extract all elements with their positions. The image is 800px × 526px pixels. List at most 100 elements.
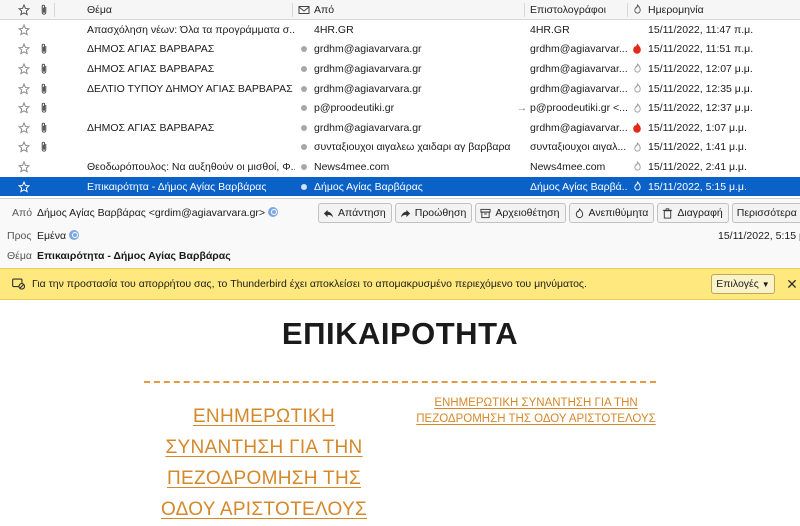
column-separator[interactable] (54, 3, 55, 17)
message-subject: Επικαιρότητα - Δήμος Αγίας Βαρβάρας (87, 180, 267, 193)
link-line[interactable]: ΣΥΝΑΝΤΗΣΗ ΓΙΑ ΤΗΝ (144, 432, 384, 463)
star-toggle[interactable] (14, 177, 34, 197)
read-status-toggle[interactable] (296, 157, 312, 177)
star-toggle[interactable] (14, 138, 34, 158)
archive-icon (480, 208, 491, 218)
read-status-toggle[interactable] (296, 118, 312, 138)
message-date: 15/11/2022, 12:35 μ.μ. (648, 82, 753, 95)
star-toggle[interactable] (14, 118, 34, 138)
message-row[interactable]: ΔΗΜΟΣ ΑΓΙΑΣ ΒΑΡΒΑΡΑΣ grdhm@agiavarvara.gr… (0, 59, 800, 79)
star-column-header[interactable] (14, 0, 34, 19)
star-icon (18, 62, 30, 75)
contact-icon[interactable] (268, 207, 279, 217)
sender-address[interactable]: Δήμος Αγίας Βαρβάρας <grdim@agiavarvara.… (37, 207, 265, 219)
message-date: 15/11/2022, 5:15 μ.μ. (648, 180, 747, 193)
star-toggle[interactable] (14, 40, 34, 60)
junk-status[interactable] (630, 40, 644, 60)
junk-column-header[interactable] (630, 0, 644, 19)
date-column-header[interactable]: Ημερομηνία (648, 0, 788, 19)
star-toggle[interactable] (14, 20, 34, 40)
star-toggle[interactable] (14, 79, 34, 99)
reply-label: Απάντηση (338, 207, 386, 219)
message-subject: ΔΗΜΟΣ ΑΓΙΑΣ ΒΑΡΒΑΡΑΣ (87, 121, 215, 134)
recipient[interactable]: Εμένα (37, 230, 66, 242)
subject-column-header[interactable]: Θέμα (87, 0, 295, 19)
junk-status[interactable] (630, 177, 644, 197)
read-status-toggle[interactable] (296, 177, 312, 197)
link-line[interactable]: ΕΝΗΜΕΡΩΤΙΚΗ (144, 401, 384, 432)
link-line[interactable]: ΟΔΟΥ ΑΡΙΣΤΟΤΕΛΟΥΣ (144, 494, 384, 525)
link-line[interactable]: ΠΕΖΟΔΡΟΜΗΣΗ ΤΗΣ ΟΔΟΥ ΑΡΙΣΤΟΤΕΛΟΥΣ (408, 411, 664, 427)
junk-status[interactable] (630, 138, 644, 158)
read-status-toggle[interactable] (296, 98, 312, 118)
delete-button[interactable]: Διαγραφή (657, 203, 729, 223)
message-row[interactable]: ΔΗΜΟΣ ΑΓΙΑΣ ΒΑΡΒΑΡΑΣ grdhm@agiavarvara.gr… (0, 40, 800, 60)
read-dot-icon (301, 105, 307, 112)
attachment-column-header[interactable] (36, 0, 52, 19)
star-icon (18, 102, 30, 114)
message-row[interactable]: p@proodeutiki.gr → p@proodeutiki.gr <... 15… (0, 98, 800, 118)
junk-status-icon (633, 63, 641, 73)
star-toggle[interactable] (14, 157, 34, 177)
message-date: 15/11/2022, 11:51 π.μ. (648, 43, 754, 56)
subject-value: Επικαιρότητα - Δήμος Αγίας Βαρβάρας (37, 250, 231, 262)
arrow-right-icon (516, 138, 528, 158)
correspondents-column-header[interactable]: Επιστολογράφοι (530, 0, 628, 19)
message-row[interactable]: ΔΗΜΟΣ ΑΓΙΑΣ ΒΑΡΒΑΡΑΣ grdhm@agiavarvara.gr… (0, 118, 800, 138)
link-line[interactable]: ΠΕΖΟΔΡΟΜΗΣΗ ΤΗΣ (144, 463, 384, 494)
message-date: 15/11/2022, 1:07 μ.μ. (648, 121, 747, 134)
attachment-indicator (36, 79, 52, 99)
message-row[interactable]: ΔΕΛΤΙΟ ΤΥΠΟΥ ΔΗΜΟΥ ΑΓΙΑΣ ΒΑΡΒΑΡΑΣ grdhm@a… (0, 79, 800, 99)
reply-button[interactable]: Απάντηση (318, 203, 392, 223)
message-list[interactable]: Θέμα Από Επιστολογράφοι Ημερομηνία Απασχ… (0, 0, 800, 198)
star-icon (18, 121, 30, 134)
more-button[interactable]: Περισσότερα ▼ (731, 203, 800, 223)
message-subject: Απασχόληση νέων: Όλα τα προγράμματα σ... (87, 23, 295, 36)
column-separator[interactable] (524, 3, 525, 17)
message-correspondent: Δήμος Αγίας Βαρβά... (530, 180, 628, 193)
article-link-small[interactable]: ΕΝΗΜΕΡΩΤΙΚΗ ΣΥΝΑΝΤΗΣΗ ΓΙΑ ΤΗΝ ΠΕΖΟΔΡΟΜΗΣ… (408, 395, 664, 427)
close-icon[interactable]: ✕ (786, 275, 798, 293)
from-column-header[interactable]: Από (314, 0, 526, 19)
forward-button[interactable]: Προώθηση (394, 203, 473, 223)
contact-icon[interactable] (69, 230, 80, 240)
forward-icon (400, 209, 410, 218)
junk-status[interactable] (630, 20, 644, 40)
junk-status[interactable] (630, 79, 644, 99)
read-status-toggle[interactable] (296, 138, 312, 158)
read-status-column-header[interactable] (296, 0, 312, 19)
column-separator[interactable] (292, 3, 293, 17)
message-row[interactable]: Απασχόληση νέων: Όλα τα προγράμματα σ...… (0, 20, 800, 40)
read-status-toggle[interactable] (296, 79, 312, 99)
archive-label: Αρχειοθέτηση (495, 207, 560, 219)
arrow-right-icon (516, 157, 528, 177)
message-subject (87, 138, 295, 158)
message-row[interactable]: Επικαιρότητα - Δήμος Αγίας Βαρβάρας Δήμος… (0, 176, 800, 197)
message-correspondent: News4mee.com (530, 160, 606, 173)
link-line[interactable]: ΕΝΗΜΕΡΩΤΙΚΗ ΣΥΝΑΝΤΗΣΗ ΓΙΑ ΤΗΝ (408, 395, 664, 411)
read-status-toggle[interactable] (296, 20, 312, 40)
column-separator[interactable] (627, 3, 628, 17)
read-status-toggle[interactable] (296, 59, 312, 79)
to-value[interactable]: Εμένα (37, 230, 80, 242)
junk-button[interactable]: Ανεπιθύμητα (568, 203, 655, 223)
junk-status[interactable] (630, 157, 644, 177)
junk-status[interactable] (630, 118, 644, 138)
paperclip-icon (41, 44, 47, 55)
archive-button[interactable]: Αρχειοθέτηση (475, 203, 566, 223)
from-value[interactable]: Δήμος Αγίας Βαρβάρας <grdim@agiavarvara.… (37, 207, 279, 219)
article-link-large[interactable]: ΕΝΗΜΕΡΩΤΙΚΗ ΣΥΝΑΝΤΗΣΗ ΓΙΑ ΤΗΝ ΠΕΖΟΔΡΟΜΗΣ… (144, 401, 384, 525)
star-toggle[interactable] (14, 59, 34, 79)
message-row[interactable]: Θεοδωρόπουλος: Να αυξηθούν οι μισθοί, Φ.… (0, 157, 800, 177)
attachment-indicator (36, 177, 52, 197)
junk-status[interactable] (630, 59, 644, 79)
junk-status[interactable] (630, 98, 644, 118)
star-toggle[interactable] (14, 98, 34, 118)
options-label: Επιλογές (716, 278, 759, 290)
junk-status-icon (633, 141, 641, 152)
read-status-toggle[interactable] (296, 40, 312, 60)
options-button[interactable]: Επιλογές ▼ (711, 274, 775, 294)
message-row[interactable]: συνταξιουχοι αιγαλεω χαιδαρι αγ βαρβαρα σ… (0, 138, 800, 158)
message-correspondent: grdhm@agiavarvar... (530, 82, 628, 95)
star-icon (18, 180, 30, 193)
